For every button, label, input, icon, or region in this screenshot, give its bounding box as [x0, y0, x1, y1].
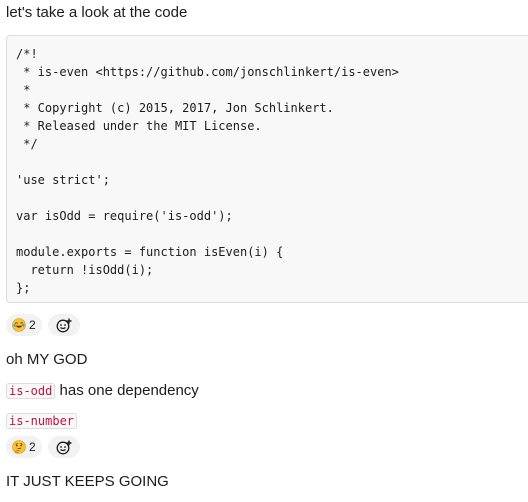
thinking-emoji-icon [12, 440, 26, 454]
code-line: * [16, 83, 31, 97]
dependency-text: has one dependency [55, 382, 199, 399]
code-line: /*! [16, 47, 38, 61]
add-reaction-button[interactable] [48, 436, 80, 458]
inline-code-is-odd: is-odd [6, 383, 56, 399]
code-line: module.exports = function isEven(i) { [16, 245, 284, 259]
reaction-joy[interactable]: 2 [6, 314, 42, 336]
add-reaction-button[interactable] [48, 314, 80, 336]
code-line: }; [16, 281, 31, 295]
joy-emoji-icon [12, 318, 26, 332]
inline-code-is-number: is-number [6, 413, 78, 429]
code-line: var isOdd = require('is-odd'); [16, 209, 233, 223]
code-line: * Released under the MIT License. [16, 119, 262, 133]
code-line: * is-even <https://github.com/jonschlink… [16, 65, 399, 79]
message-keeps-going: IT JUST KEEPS GOING [6, 473, 169, 490]
message-intro: let's take a look at the code [6, 4, 188, 21]
message-is-number: is-number [6, 411, 78, 431]
add-reaction-icon [55, 439, 73, 455]
add-reaction-icon [55, 317, 73, 333]
code-line: return !isOdd(i); [16, 263, 154, 277]
code-line: * Copyright (c) 2015, 2017, Jon Schlinke… [16, 101, 334, 115]
reaction-count: 2 [29, 318, 36, 332]
code-line: */ [16, 137, 38, 151]
message-dependency: is-odd has one dependency [6, 381, 199, 401]
code-line: 'use strict'; [16, 173, 110, 187]
reaction-thinking[interactable]: 2 [6, 436, 42, 458]
code-block: /*! * is-even <https://github.com/jonsch… [6, 35, 528, 303]
message-omg: oh MY GOD [6, 351, 88, 368]
reaction-count: 2 [29, 440, 36, 454]
